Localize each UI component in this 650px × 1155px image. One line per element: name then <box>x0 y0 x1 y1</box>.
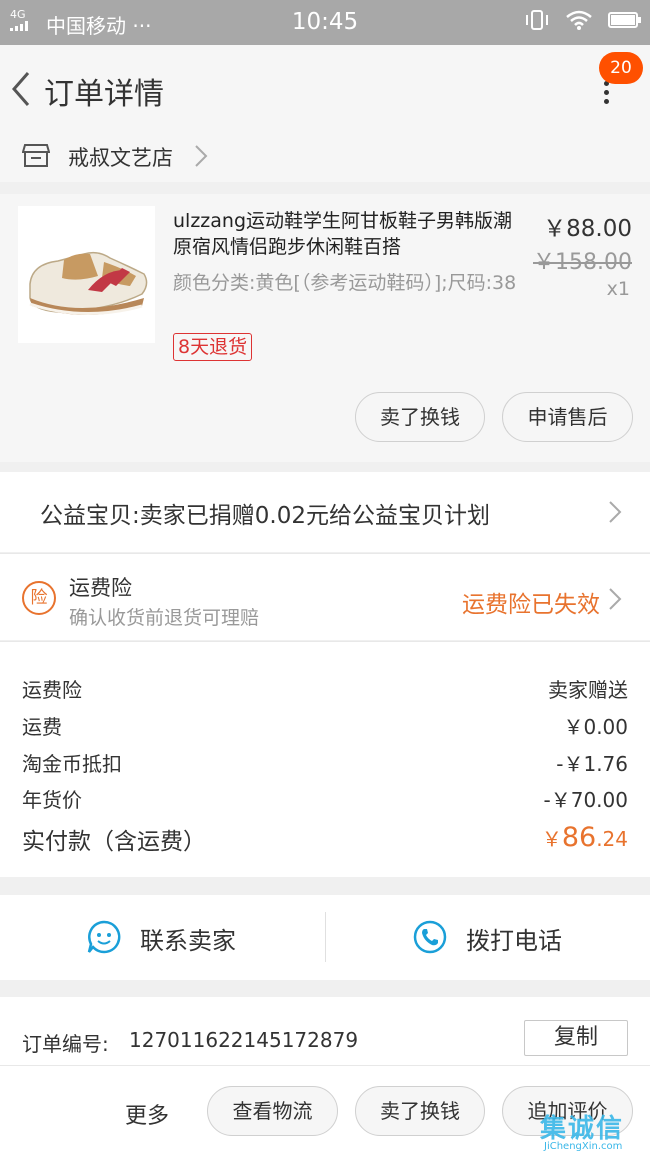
total-amount: ￥86.24 <box>541 822 628 853</box>
fee-label: 运费险 <box>22 678 82 702</box>
chat-bubble-icon <box>87 920 121 954</box>
chevron-right-icon <box>609 588 622 610</box>
original-price: ￥158.00 <box>533 250 632 275</box>
fee-row-new-year-price: 年货价 -￥70.00 <box>22 784 628 813</box>
watermark-logo: 集诚信 JiChengXin.com <box>534 1108 650 1155</box>
chevron-right-icon <box>195 145 208 167</box>
fee-value: -￥1.76 <box>556 752 628 776</box>
more-button[interactable]: 更多 <box>125 1098 169 1130</box>
contact-seller-label: 联系卖家 <box>140 927 236 955</box>
status-icons <box>524 9 641 31</box>
chevron-right-icon <box>609 501 622 523</box>
product-title[interactable]: ulzzang运动鞋学生阿甘板鞋子男韩版潮原宿风情侣跑步休闲鞋百搭 <box>173 208 518 260</box>
freight-insurance-row[interactable]: 险 运费险 确认收货前退货可理赔 运费险已失效 <box>0 553 650 640</box>
copy-button[interactable]: 复制 <box>524 1020 628 1056</box>
fee-label: 年货价 <box>22 788 82 812</box>
product-price: ￥88.00 <box>543 216 632 242</box>
product-card: ulzzang运动鞋学生阿甘板鞋子男韩版潮原宿风情侣跑步休闲鞋百搭 颜色分类:黄… <box>0 194 650 462</box>
charity-row[interactable]: 公益宝贝:卖家已捐赠0.02元给公益宝贝计划 <box>0 472 650 552</box>
shop-name: 戒叔文艺店 <box>68 146 173 170</box>
insurance-title: 运费险 <box>69 576 132 600</box>
order-number-row: 订单编号: 127011622145172879 复制 <box>0 997 650 1065</box>
total-paid-row: 实付款（含运费） ￥86.24 <box>22 822 628 856</box>
battery-icon <box>608 12 641 28</box>
call-phone-label: 拨打电话 <box>466 927 562 955</box>
insurance-subtitle: 确认收货前退货可理赔 <box>69 607 260 629</box>
contact-bar: 联系卖家 拨打电话 <box>0 895 650 980</box>
order-number: 127011622145172879 <box>129 1028 359 1052</box>
total-label: 实付款（含运费） <box>22 829 206 855</box>
after-sale-button[interactable]: 申请售后 <box>502 392 633 442</box>
sell-for-cash-button-bottom[interactable]: 卖了换钱 <box>355 1086 485 1136</box>
fee-value: 卖家赠送 <box>548 678 628 702</box>
notification-badge: 20 <box>599 52 643 84</box>
phone-icon <box>413 920 447 954</box>
product-quantity: x1 <box>606 278 630 300</box>
contact-seller-button[interactable]: 联系卖家 <box>0 895 325 980</box>
fee-row-coin-deduction: 淘金币抵扣 -￥1.76 <box>22 748 628 777</box>
status-bar: 4G 中国移动 ··· 10:45 <box>0 0 650 45</box>
fee-value: -￥70.00 <box>543 788 628 812</box>
product-image[interactable] <box>18 206 155 343</box>
view-logistics-button[interactable]: 查看物流 <box>207 1086 338 1136</box>
fee-summary: 运费险 卖家赠送 运费 ￥0.00 淘金币抵扣 -￥1.76 年货价 -￥70.… <box>0 641 650 877</box>
nav-bar: 订单详情 20 <box>0 45 650 132</box>
call-phone-button[interactable]: 拨打电话 <box>326 895 650 980</box>
insurance-icon: 险 <box>22 581 56 615</box>
insurance-status: 运费险已失效 <box>462 592 600 618</box>
fee-label: 运费 <box>22 715 62 739</box>
wifi-icon <box>566 10 592 30</box>
shop-row[interactable]: 戒叔文艺店 <box>0 132 650 182</box>
order-number-label: 订单编号: <box>22 1032 109 1056</box>
return-policy-tag: 8天退货 <box>173 333 253 361</box>
store-icon <box>22 144 50 167</box>
back-arrow-icon[interactable] <box>8 69 38 109</box>
watermark-text: 集诚信 <box>540 1114 625 1144</box>
fee-row-shipping: 运费 ￥0.00 <box>22 711 628 740</box>
more-menu-icon[interactable] <box>596 81 616 117</box>
product-sku: 颜色分类:黄色[（参考运动鞋码）];尺码:38 <box>173 272 517 294</box>
charity-text: 公益宝贝:卖家已捐赠0.02元给公益宝贝计划 <box>40 503 490 529</box>
sell-for-cash-button[interactable]: 卖了换钱 <box>355 392 485 442</box>
vibrate-icon <box>526 10 548 30</box>
fee-value: ￥0.00 <box>563 715 628 739</box>
watermark-domain: JiChengXin.com <box>544 1141 623 1152</box>
page-title: 订单详情 <box>44 77 164 112</box>
fee-row-insurance: 运费险 卖家赠送 <box>22 674 628 703</box>
fee-label: 淘金币抵扣 <box>22 752 122 776</box>
